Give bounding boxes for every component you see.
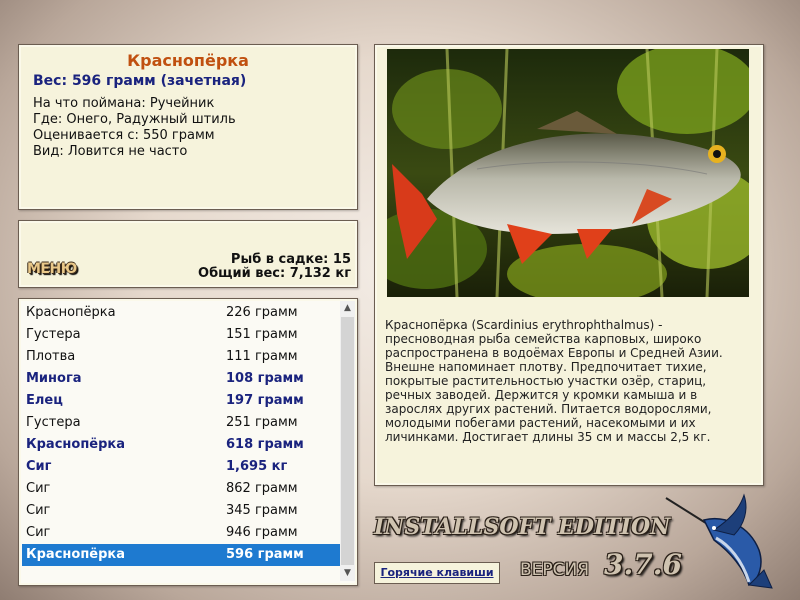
version-label: ВЕРСИЯ	[520, 560, 590, 580]
kind-info: Вид: Ловится не часто	[33, 144, 188, 159]
total-weight: Общий вес: 7,132 кг	[198, 266, 351, 281]
catch-list[interactable]: Краснопёрка 226 грамм Густера 151 грамм Пл…	[18, 298, 358, 586]
list-item[interactable]: Елец 197 грамм	[22, 390, 340, 412]
bait-info: На что поймана: Ручейник	[33, 96, 215, 111]
list-item[interactable]: Густера 151 грамм	[22, 324, 340, 346]
list-scrollbar[interactable]: ▲ ▼	[340, 301, 355, 581]
list-item[interactable]: Густера 251 грамм	[22, 412, 340, 434]
summary-panel: МЕНЮ Рыб в садке: 15 Общий вес: 7,132 кг	[18, 220, 358, 288]
list-item[interactable]: Сиг 862 грамм	[22, 478, 340, 500]
fish-count: Рыб в садке: 15	[230, 252, 351, 267]
marlin-logo-icon	[664, 490, 774, 594]
menu-button[interactable]: МЕНЮ	[27, 261, 77, 277]
scroll-thumb[interactable]	[341, 317, 354, 565]
list-item[interactable]: Сиг 1,695 кг	[22, 456, 340, 478]
rated-from-info: Оценивается с: 550 грамм	[33, 128, 215, 143]
list-item[interactable]: Минога 108 грамм	[22, 368, 340, 390]
list-item[interactable]: Краснопёрка 226 грамм	[22, 302, 340, 324]
list-item[interactable]: Плотва 111 грамм	[22, 346, 340, 368]
location-info: Где: Онего, Радужный штиль	[33, 112, 236, 127]
list-item[interactable]: Сиг 946 грамм	[22, 522, 340, 544]
edition-logo-text: INSTALLSOFT EDITION	[374, 514, 671, 540]
fish-info-panel: Краснопёрка Вес: 596 грамм (зачетная) На…	[18, 44, 358, 210]
fish-photo	[387, 49, 749, 297]
fish-name-title: Краснопёрка	[127, 51, 249, 70]
scroll-up-arrow-icon[interactable]: ▲	[340, 301, 355, 316]
list-item[interactable]: Краснопёрка 618 грамм	[22, 434, 340, 456]
list-item[interactable]: Сиг 345 грамм	[22, 500, 340, 522]
scroll-down-arrow-icon[interactable]: ▼	[340, 566, 355, 581]
fish-weight: Вес: 596 грамм (зачетная)	[33, 73, 247, 89]
fish-description: Краснопёрка (Scardinius erythrophthalmus…	[385, 318, 723, 444]
list-item-selected[interactable]: Краснопёрка 596 грамм	[22, 544, 340, 566]
description-panel: Краснопёрка (Scardinius erythrophthalmus…	[374, 44, 764, 486]
hotkeys-link[interactable]: Горячие клавиши	[374, 562, 500, 584]
